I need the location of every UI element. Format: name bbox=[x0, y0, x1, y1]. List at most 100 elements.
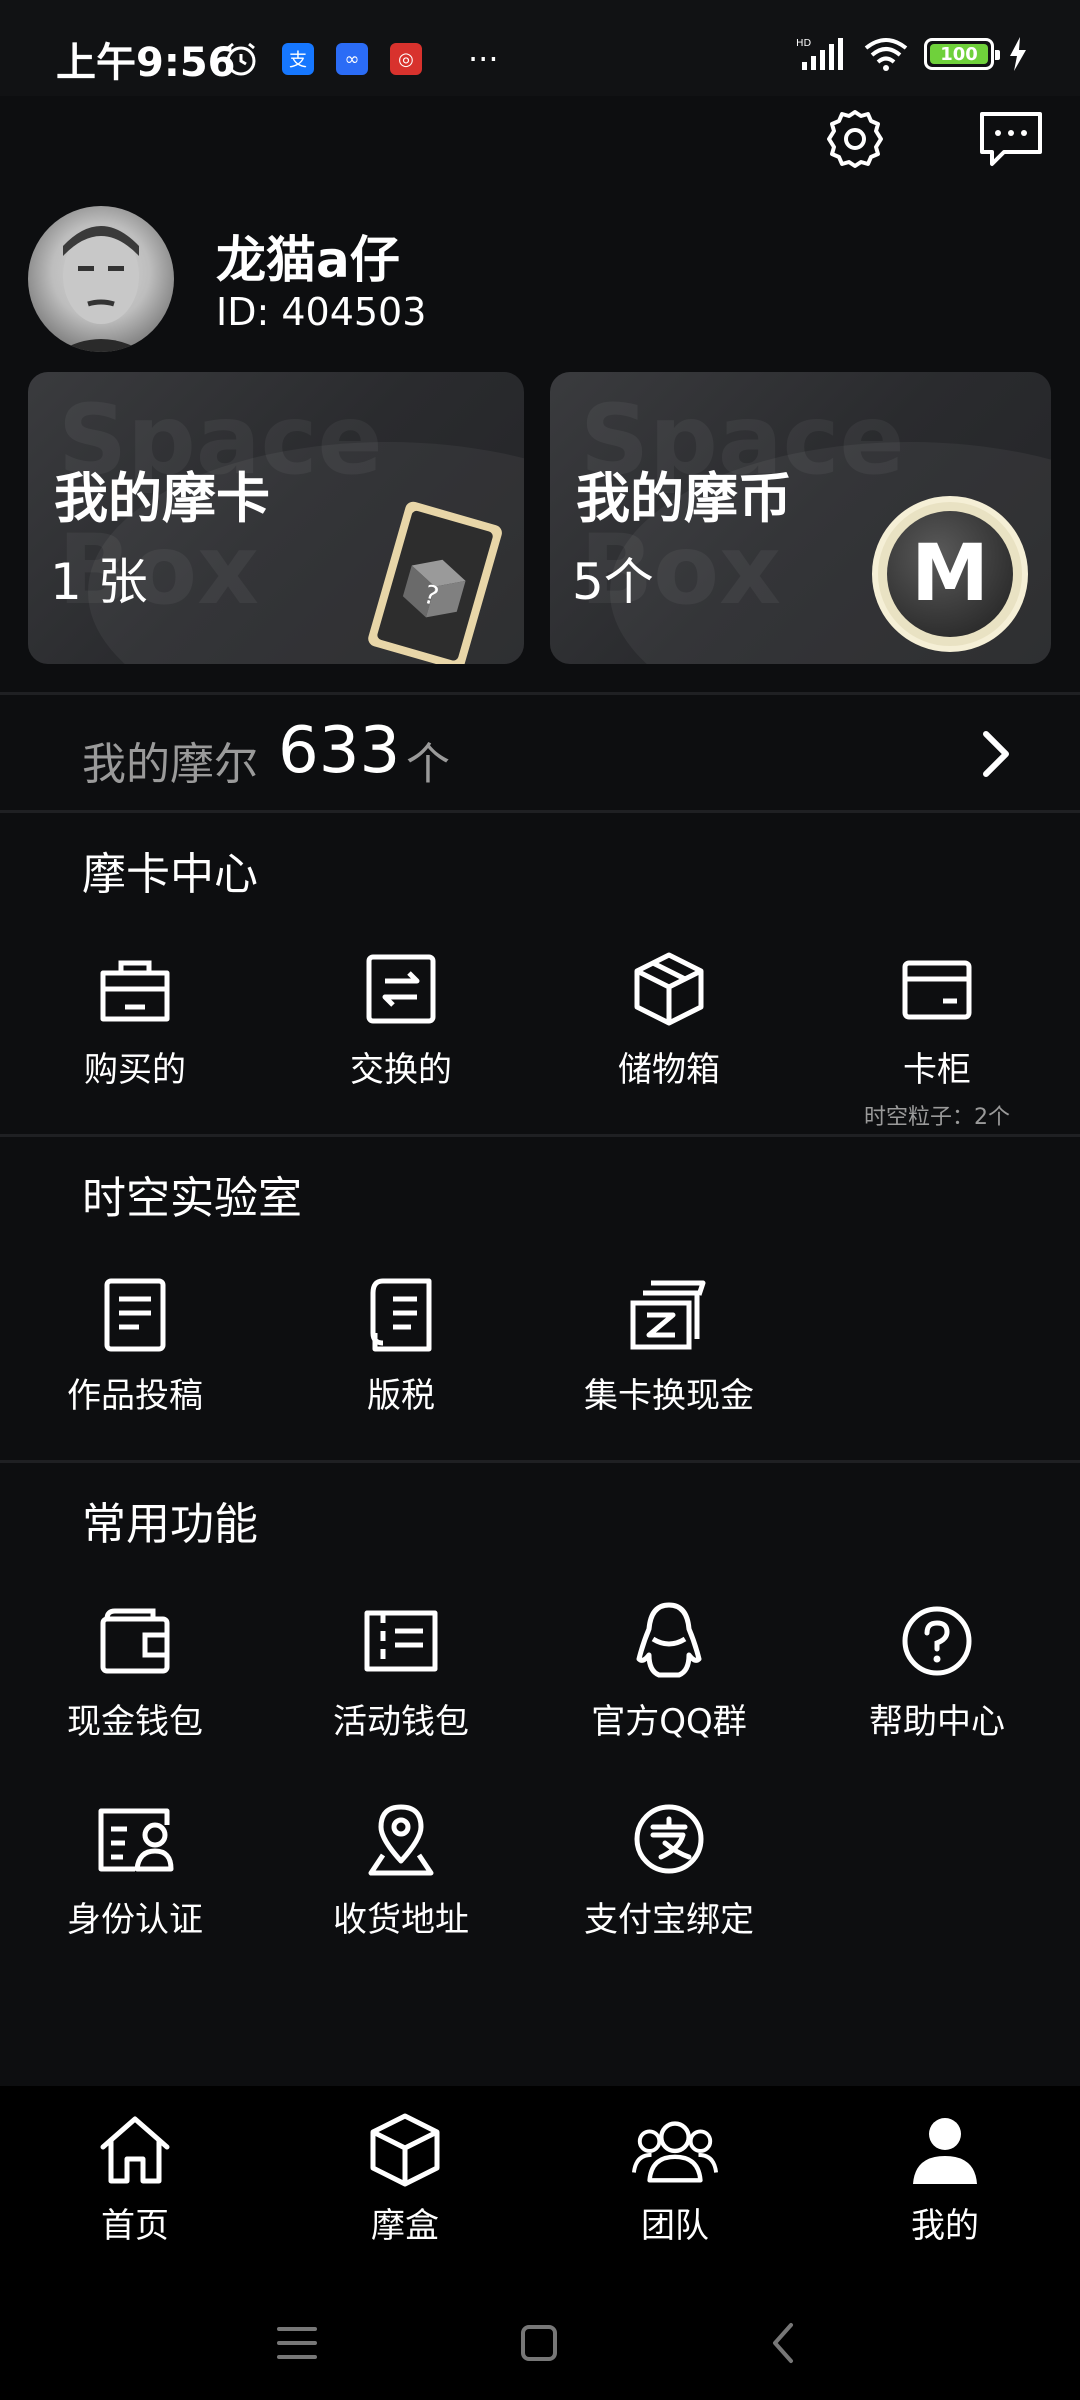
home-icon bbox=[100, 2116, 170, 2184]
grid-item-label: 活动钱包 bbox=[333, 1702, 469, 1742]
exchange-icon bbox=[366, 954, 436, 1024]
section-title-common: 常用功能 bbox=[82, 1499, 258, 1550]
charging-icon bbox=[1010, 37, 1026, 71]
grid-item-label: 收货地址 bbox=[333, 1900, 469, 1940]
id-card-icon bbox=[98, 1808, 174, 1872]
alipay-binding-button[interactable]: 支付宝绑定 bbox=[534, 1794, 804, 1941]
mole-label: 我的摩尔 bbox=[82, 739, 258, 790]
nav-label: 摩盒 bbox=[371, 2206, 439, 2246]
status-time: 上午9:56 bbox=[56, 40, 236, 86]
battery-level: 100 bbox=[940, 43, 978, 65]
ticket-wallet-icon bbox=[364, 1610, 438, 1672]
chevron-left-icon bbox=[773, 2323, 793, 2363]
card-title: 我的摩卡 bbox=[54, 467, 270, 530]
card-to-cash-button[interactable]: 集卡换现金 bbox=[534, 1270, 804, 1417]
mole-unit: 个 bbox=[406, 739, 450, 790]
alipay-notification-icon: 支 bbox=[282, 43, 314, 75]
grid-item-label: 官方QQ群 bbox=[591, 1702, 747, 1742]
my-moka-card[interactable]: Space Box 我的摩卡 1 张 ? bbox=[28, 372, 524, 664]
grid-item-label: 卡柜 bbox=[903, 1050, 971, 1090]
coin-icon: M bbox=[872, 496, 1028, 652]
profile-icon bbox=[913, 2118, 977, 2184]
location-icon bbox=[368, 1804, 434, 1876]
card-cash-icon bbox=[630, 1280, 706, 1350]
nav-me[interactable]: 我的 bbox=[810, 2110, 1080, 2247]
section-title-lab: 时空实验室 bbox=[82, 1173, 302, 1224]
shopping-bag-icon bbox=[100, 960, 170, 1022]
qq-penguin-icon bbox=[636, 1602, 702, 1678]
user-id: ID: 404503 bbox=[216, 290, 427, 334]
document-icon bbox=[104, 1278, 166, 1352]
purchased-button[interactable]: 购买的 bbox=[0, 944, 270, 1091]
grid-item-label: 现金钱包 bbox=[67, 1702, 203, 1742]
mole-value: 633 bbox=[278, 714, 401, 788]
nav-label: 首页 bbox=[101, 2206, 169, 2246]
square-home-icon bbox=[521, 2325, 557, 2361]
wallet-icon bbox=[100, 1608, 170, 1674]
username: 龙猫a仔 bbox=[216, 231, 400, 289]
royalty-doc-icon bbox=[370, 1278, 432, 1352]
help-center-button[interactable]: 帮助中心 bbox=[802, 1596, 1072, 1743]
card-cabinet-button[interactable]: 卡柜 时空粒子：2个 bbox=[802, 944, 1072, 1131]
settings-button[interactable] bbox=[820, 104, 890, 174]
card-count: 1 张 bbox=[50, 553, 148, 611]
storage-box-button[interactable]: 储物箱 bbox=[534, 944, 804, 1091]
chat-bubble-icon bbox=[980, 112, 1042, 166]
more-notifications-icon: ··· bbox=[468, 40, 499, 78]
grid-item-label: 身份认证 bbox=[67, 1900, 203, 1940]
card-cabinet-icon bbox=[902, 960, 972, 1020]
signal-icon: HD bbox=[796, 38, 843, 70]
grid-item-label: 帮助中心 bbox=[869, 1702, 1005, 1742]
card-title: 我的摩币 bbox=[576, 467, 792, 530]
nav-mohe[interactable]: 摩盒 bbox=[270, 2110, 540, 2247]
grid-item-label: 集卡换现金 bbox=[584, 1376, 754, 1416]
app-notification-icon-red: ◎ bbox=[390, 43, 422, 75]
battery-indicator: 100 bbox=[924, 38, 1000, 70]
cube-icon bbox=[370, 2113, 440, 2187]
nav-team[interactable]: 团队 bbox=[540, 2110, 810, 2247]
grid-item-label: 作品投稿 bbox=[67, 1376, 203, 1416]
status-bar: 上午9:56 支 ∞ ◎ ··· HD 100 bbox=[0, 0, 1080, 96]
system-navigation-bar bbox=[0, 2286, 1080, 2400]
wifi-icon bbox=[864, 38, 908, 71]
grid-item-label: 储物箱 bbox=[618, 1050, 720, 1090]
card-count: 5个 bbox=[572, 553, 654, 611]
messages-button[interactable] bbox=[976, 104, 1046, 174]
svg-text:HD: HD bbox=[796, 38, 812, 49]
help-icon bbox=[902, 1606, 972, 1676]
app-notification-icon: ∞ bbox=[336, 43, 368, 75]
bottom-navigation: 首页 摩盒 团队 我的 bbox=[0, 2086, 1080, 2286]
avatar-photo bbox=[58, 226, 144, 352]
back-button[interactable] bbox=[748, 2308, 818, 2378]
grid-item-label: 版税 bbox=[367, 1376, 435, 1416]
coin-letter: M bbox=[911, 529, 989, 619]
menu-button[interactable] bbox=[262, 2308, 332, 2378]
time-particles-count: 时空粒子：2个 bbox=[864, 1105, 1010, 1130]
my-mobi-card[interactable]: Space Box 我的摩币 5个 M bbox=[550, 372, 1051, 664]
grid-item-label: 支付宝绑定 bbox=[584, 1900, 754, 1940]
royalty-button[interactable]: 版税 bbox=[266, 1270, 536, 1417]
alarm-icon bbox=[226, 42, 256, 76]
mystery-card-icon: ? bbox=[368, 501, 502, 664]
status-system-icons: HD 100 bbox=[796, 36, 1028, 72]
menu-icon bbox=[277, 2327, 317, 2359]
submit-work-button[interactable]: 作品投稿 bbox=[0, 1270, 270, 1417]
shipping-address-button[interactable]: 收货地址 bbox=[266, 1794, 536, 1941]
box-icon bbox=[634, 952, 704, 1026]
official-qq-group-button[interactable]: 官方QQ群 bbox=[534, 1596, 804, 1743]
grid-item-label: 交换的 bbox=[350, 1050, 452, 1090]
nav-label: 团队 bbox=[641, 2206, 709, 2246]
identity-verification-button[interactable]: 身份认证 bbox=[0, 1794, 270, 1941]
alipay-icon bbox=[634, 1804, 704, 1874]
home-system-button[interactable] bbox=[504, 2308, 574, 2378]
cash-wallet-button[interactable]: 现金钱包 bbox=[0, 1596, 270, 1743]
section-title-moka-center: 摩卡中心 bbox=[82, 849, 258, 900]
event-wallet-button[interactable]: 活动钱包 bbox=[266, 1596, 536, 1743]
status-notification-icons: 支 ∞ ◎ ··· bbox=[222, 40, 499, 78]
gear-icon bbox=[827, 110, 883, 168]
nav-home[interactable]: 首页 bbox=[0, 2110, 270, 2247]
nav-label: 我的 bbox=[911, 2206, 979, 2246]
avatar[interactable] bbox=[28, 206, 174, 352]
chevron-right-icon[interactable] bbox=[970, 724, 1020, 784]
exchanged-button[interactable]: 交换的 bbox=[266, 944, 536, 1091]
